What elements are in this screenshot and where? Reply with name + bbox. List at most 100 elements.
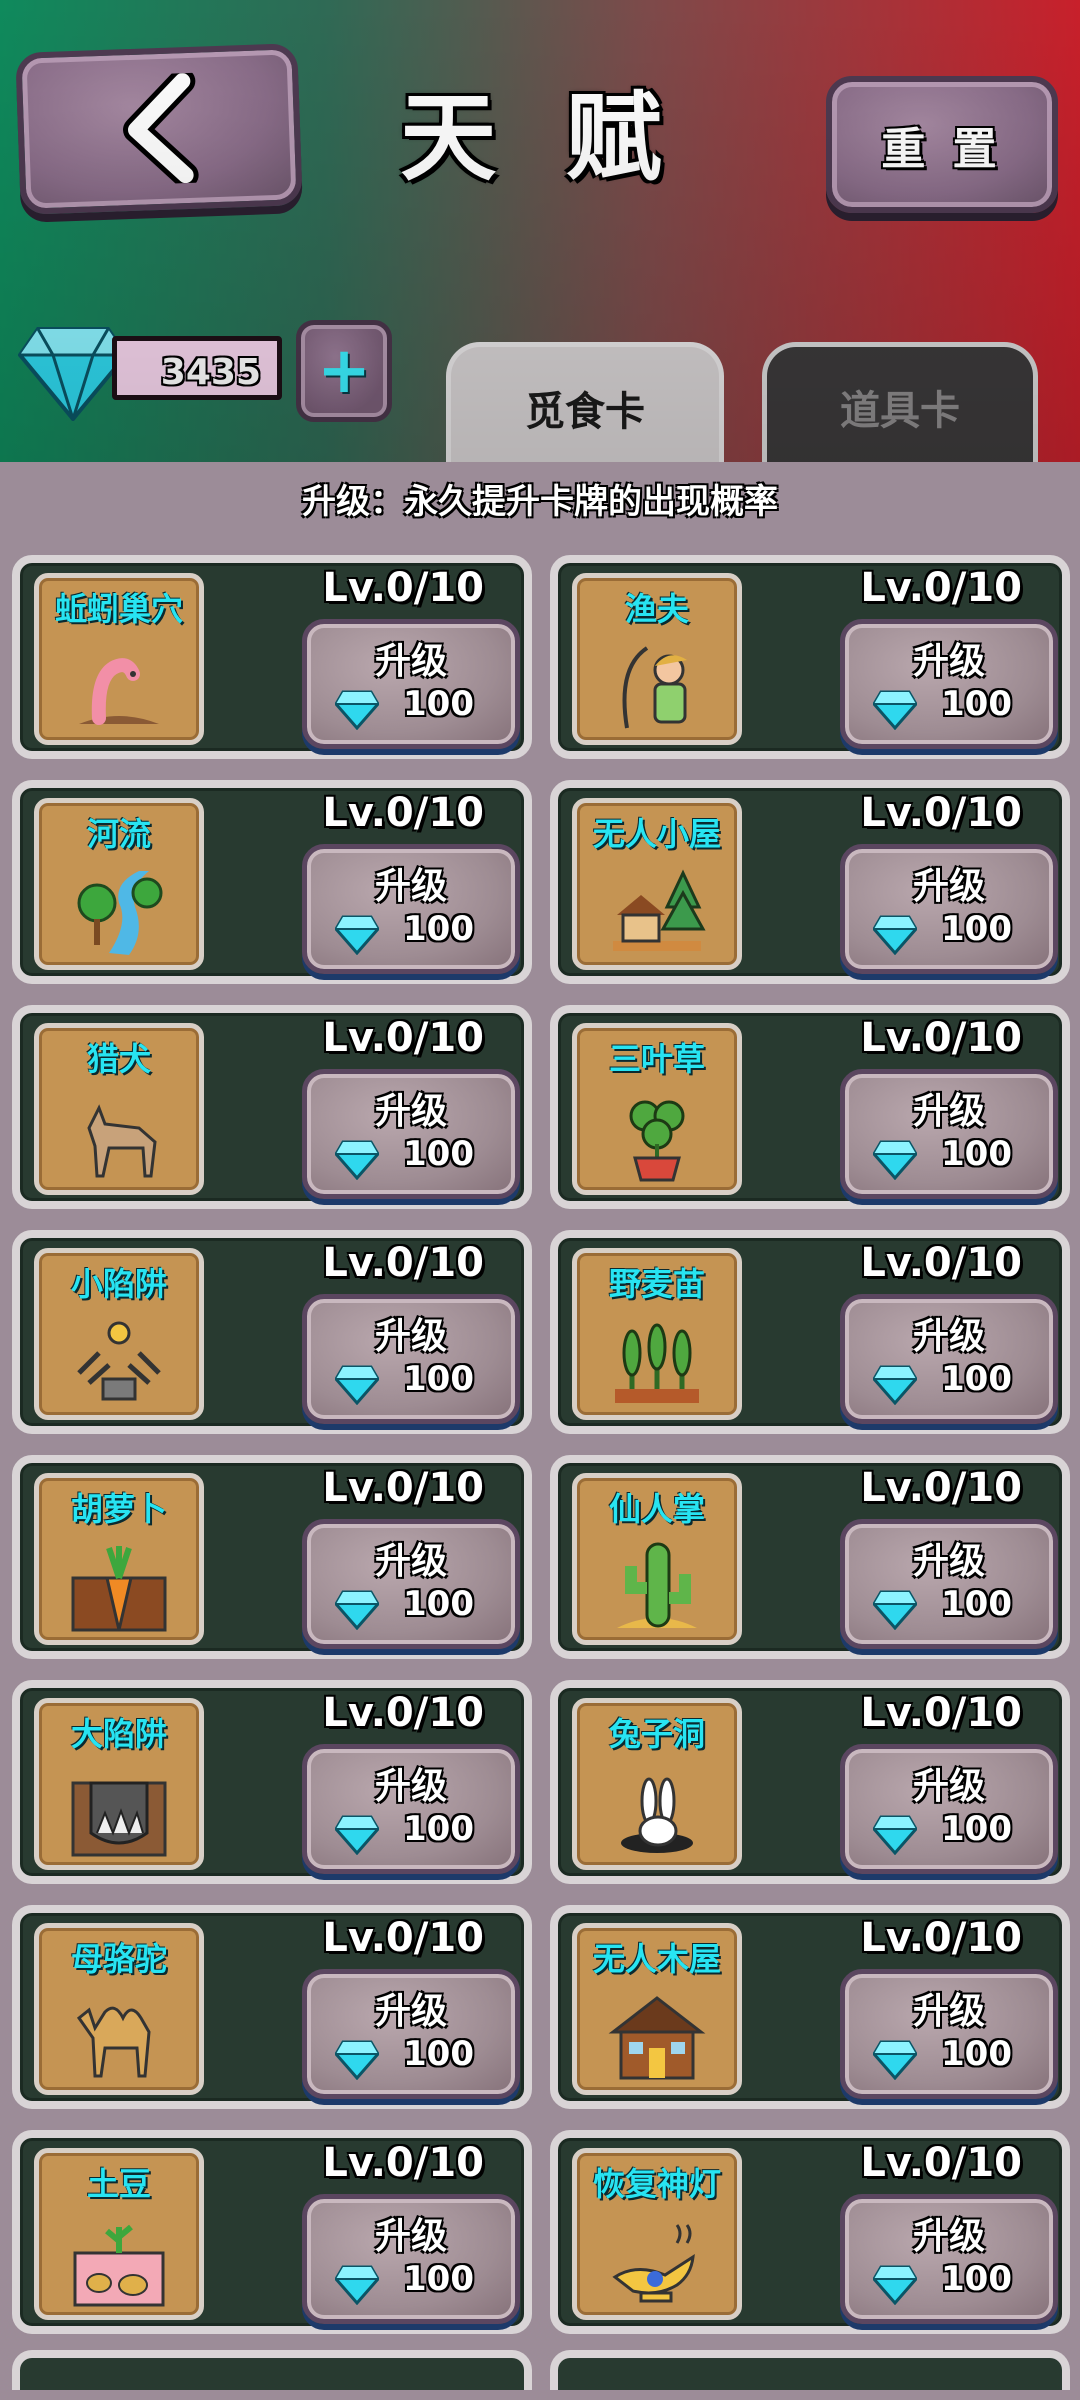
talent-card: 母骆驼 Lv.0/10 升级 100 xyxy=(12,1905,532,2109)
carrot-icon xyxy=(69,1538,169,1634)
card-icon-box: 兔子洞 xyxy=(572,1698,742,1870)
header: 天 赋 重 置 3435 + 觅食卡 道具卡 xyxy=(0,0,1080,469)
card-level: Lv.0/10 xyxy=(322,1465,484,1511)
add-gems-button[interactable]: + xyxy=(296,320,392,422)
talent-card: 野麦苗 Lv.0/10 升级 100 xyxy=(550,1230,1070,1434)
back-button[interactable] xyxy=(15,43,303,215)
card-level: Lv.0/10 xyxy=(860,1465,1022,1511)
upgrade-button[interactable]: 升级 100 xyxy=(302,1744,520,1874)
log-cabin-icon xyxy=(607,1988,707,2084)
upgrade-label: 升级 xyxy=(912,1316,985,1357)
card-level: Lv.0/10 xyxy=(860,1015,1022,1061)
talent-list[interactable]: 升级：永久提升卡牌的出现概率 蚯蚓巢穴 Lv.0/10 升级 100 渔夫 Lv.0/10… xyxy=(0,462,1080,2400)
tab-food-cards[interactable]: 觅食卡 xyxy=(446,342,724,469)
upgrade-button[interactable]: 升级 100 xyxy=(840,1744,1058,1874)
page-title: 天 赋 xyxy=(400,82,680,194)
talent-card: 河流 Lv.0/10 升级 100 xyxy=(12,780,532,984)
card-name: 恢复神灯 xyxy=(592,2165,721,2203)
diamond-icon xyxy=(872,1590,918,1631)
worm-icon xyxy=(69,638,169,734)
card-level: Lv.0/10 xyxy=(860,790,1022,836)
upgrade-button[interactable]: 升级 100 xyxy=(302,2194,520,2324)
card-icon-box: 蚯蚓巢穴 xyxy=(34,573,204,745)
talent-card: 兔子洞 Lv.0/10 升级 100 xyxy=(550,1680,1070,1884)
upgrade-cost: 100 xyxy=(941,1134,1012,1174)
card-icon-box: 三叶草 xyxy=(572,1023,742,1195)
gem-count: 3435 xyxy=(112,336,282,400)
upgrade-button[interactable]: 升级 100 xyxy=(840,1294,1058,1424)
upgrade-button[interactable]: 升级 100 xyxy=(840,2194,1058,2324)
upgrade-button[interactable]: 升级 100 xyxy=(840,1969,1058,2099)
cactus-icon xyxy=(607,1538,707,1634)
upgrade-button[interactable]: 升级 100 xyxy=(840,1519,1058,1649)
magic-lamp-icon xyxy=(607,2213,707,2309)
upgrade-label: 升级 xyxy=(374,1541,447,1582)
upgrade-button[interactable]: 升级 100 xyxy=(302,619,520,749)
fisherman-icon xyxy=(607,638,707,734)
upgrade-label: 升级 xyxy=(374,1766,447,1807)
card-partial xyxy=(12,2350,532,2390)
upgrade-label: 升级 xyxy=(374,2216,447,2257)
card-name: 胡萝卜 xyxy=(70,1490,167,1528)
talent-card: 无人小屋 Lv.0/10 升级 100 xyxy=(550,780,1070,984)
upgrade-description: 升级：永久提升卡牌的出现概率 xyxy=(302,482,778,522)
card-name: 河流 xyxy=(86,815,151,853)
talent-card: 胡萝卜 Lv.0/10 升级 100 xyxy=(12,1455,532,1659)
upgrade-cost: 100 xyxy=(941,684,1012,724)
upgrade-cost: 100 xyxy=(403,1359,474,1399)
reset-button[interactable]: 重 置 xyxy=(826,76,1058,213)
upgrade-button[interactable]: 升级 100 xyxy=(840,1069,1058,1199)
upgrade-label: 升级 xyxy=(374,1316,447,1357)
card-level: Lv.0/10 xyxy=(860,1240,1022,1286)
card-name: 兔子洞 xyxy=(608,1715,705,1753)
card-level: Lv.0/10 xyxy=(860,2140,1022,2186)
river-icon xyxy=(69,863,169,959)
card-icon-box: 猎犬 xyxy=(34,1023,204,1195)
upgrade-button[interactable]: 升级 100 xyxy=(302,1294,520,1424)
upgrade-label: 升级 xyxy=(912,1991,985,2032)
tab-item-cards[interactable]: 道具卡 xyxy=(762,342,1038,467)
reset-label: 重 置 xyxy=(881,123,1003,175)
card-level: Lv.0/10 xyxy=(322,1690,484,1736)
upgrade-label: 升级 xyxy=(912,1541,985,1582)
upgrade-button[interactable]: 升级 100 xyxy=(302,1969,520,2099)
talent-card: 小陷阱 Lv.0/10 升级 100 xyxy=(12,1230,532,1434)
upgrade-button[interactable]: 升级 100 xyxy=(302,1069,520,1199)
upgrade-button[interactable]: 升级 100 xyxy=(302,844,520,974)
talent-card: 蚯蚓巢穴 Lv.0/10 升级 100 xyxy=(12,555,532,759)
card-partial xyxy=(550,2350,1070,2390)
card-name: 大陷阱 xyxy=(70,1715,167,1753)
upgrade-cost: 100 xyxy=(403,2259,474,2299)
upgrade-label: 升级 xyxy=(912,1766,985,1807)
upgrade-button[interactable]: 升级 100 xyxy=(302,1519,520,1649)
upgrade-button[interactable]: 升级 100 xyxy=(840,844,1058,974)
card-level: Lv.0/10 xyxy=(322,1915,484,1961)
card-name: 土豆 xyxy=(86,2165,151,2203)
diamond-icon xyxy=(334,690,380,731)
upgrade-button[interactable]: 升级 100 xyxy=(840,619,1058,749)
card-icon-box: 无人小屋 xyxy=(572,798,742,970)
card-icon-box: 无人木屋 xyxy=(572,1923,742,2095)
diamond-icon xyxy=(872,2040,918,2081)
diamond-icon xyxy=(872,690,918,731)
plus-icon: + xyxy=(317,334,371,408)
card-level: Lv.0/10 xyxy=(860,1690,1022,1736)
diamond-icon xyxy=(334,915,380,956)
wheat-icon xyxy=(607,1313,707,1409)
upgrade-label: 升级 xyxy=(374,1991,447,2032)
upgrade-label: 升级 xyxy=(912,866,985,907)
card-name: 无人木屋 xyxy=(592,1940,721,1978)
tab-label: 道具卡 xyxy=(840,388,960,434)
upgrade-label: 升级 xyxy=(912,641,985,682)
hound-icon xyxy=(69,1088,169,1184)
card-level: Lv.0/10 xyxy=(322,1015,484,1061)
talent-card: 恢复神灯 Lv.0/10 升级 100 xyxy=(550,2130,1070,2334)
big-trap-icon xyxy=(69,1763,169,1859)
card-icon-box: 大陷阱 xyxy=(34,1698,204,1870)
card-icon-box: 土豆 xyxy=(34,2148,204,2320)
potato-icon xyxy=(69,2213,169,2309)
upgrade-cost: 100 xyxy=(403,1584,474,1624)
card-name: 猎犬 xyxy=(86,1040,151,1078)
upgrade-cost: 100 xyxy=(403,2034,474,2074)
camel-icon xyxy=(69,1988,169,2084)
